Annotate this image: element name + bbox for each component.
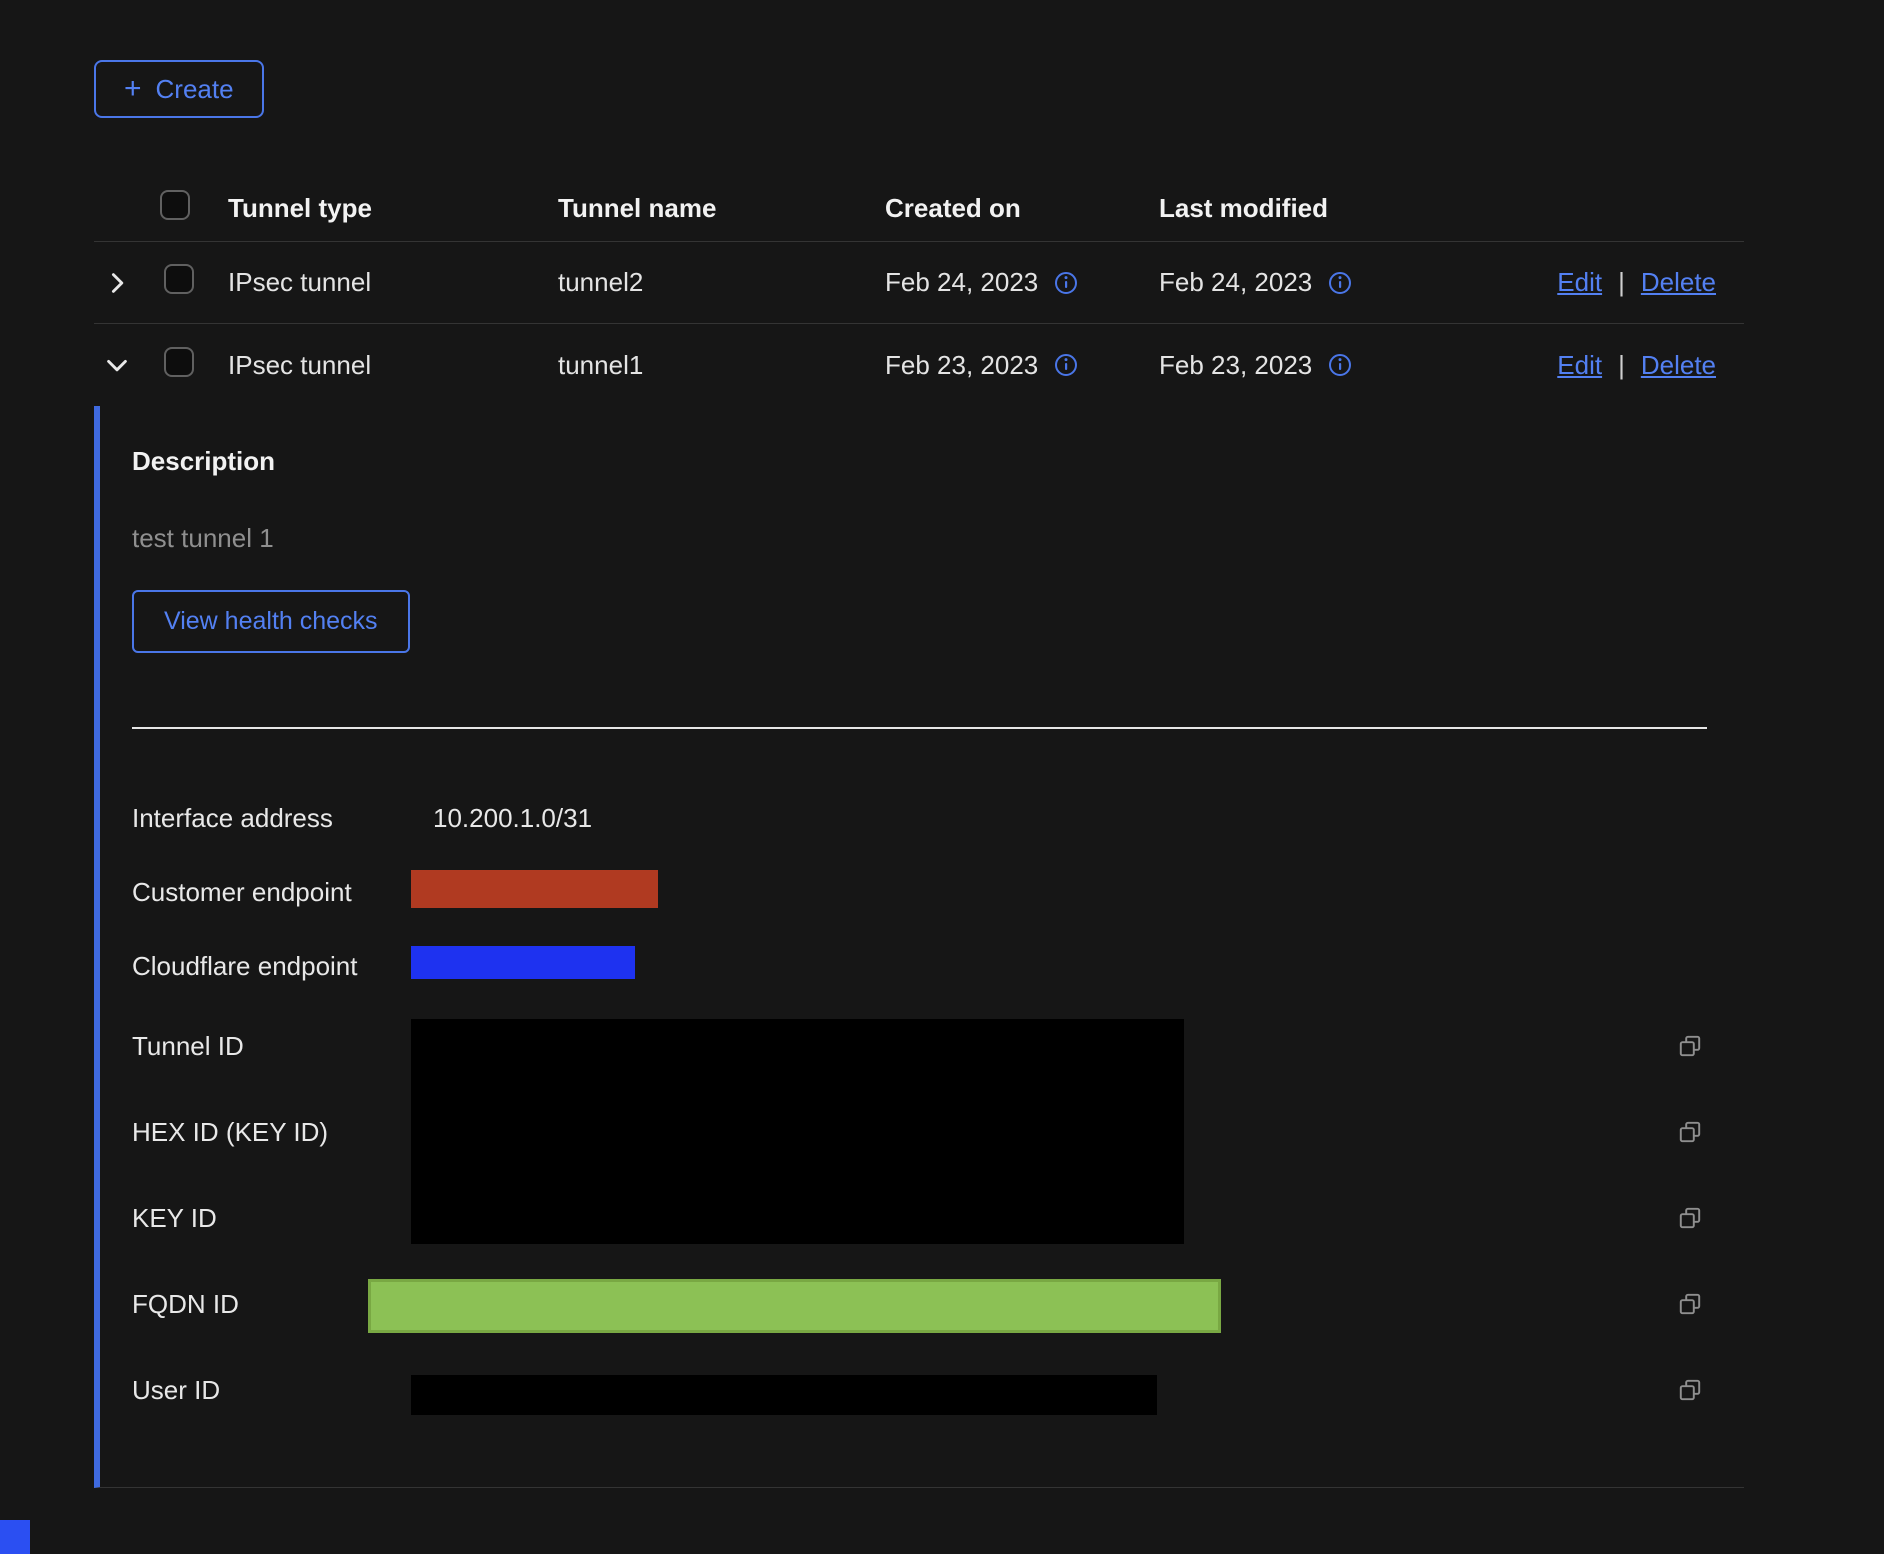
- create-button[interactable]: + Create: [94, 60, 264, 118]
- table-row: IPsec tunnel tunnel1 Feb 23, 2023 Feb 23…: [94, 324, 1744, 406]
- panel-divider: [132, 727, 1707, 729]
- edit-link[interactable]: Edit: [1557, 350, 1602, 381]
- delete-link[interactable]: Delete: [1641, 267, 1716, 298]
- table-row: IPsec tunnel tunnel2 Feb 24, 2023 Feb 24…: [94, 242, 1744, 324]
- copy-fqdn-id-button[interactable]: [1671, 1285, 1709, 1323]
- tunnel-detail-panel: Description test tunnel 1 View health ch…: [94, 406, 1744, 1488]
- collapse-row-button[interactable]: [101, 349, 133, 381]
- last-modified-info-button[interactable]: [1328, 271, 1352, 295]
- col-header-tunnel-name: Tunnel name: [558, 193, 885, 224]
- hex-id-label: HEX ID (KEY ID): [132, 1117, 411, 1148]
- customer-endpoint-label: Customer endpoint: [132, 877, 411, 908]
- fqdn-id-redaction: [368, 1279, 1221, 1333]
- tunnel-fields: Interface address 10.200.1.0/31 Customer…: [132, 781, 1744, 1433]
- cloudflare-endpoint-label: Cloudflare endpoint: [132, 951, 411, 982]
- created-on-info-button[interactable]: [1054, 271, 1078, 295]
- action-separator: |: [1618, 267, 1625, 298]
- chevron-right-icon: [105, 271, 129, 295]
- select-all-checkbox[interactable]: [160, 190, 190, 220]
- tunnel-type-cell: IPsec tunnel: [228, 267, 558, 298]
- tunnel-type-cell: IPsec tunnel: [228, 350, 558, 381]
- last-modified-cell: Feb 23, 2023: [1159, 350, 1312, 381]
- tunnel-name-cell: tunnel1: [558, 350, 885, 381]
- tunnel-name-cell: tunnel2: [558, 267, 885, 298]
- description-value: test tunnel 1: [132, 523, 1744, 554]
- chevron-down-icon: [105, 353, 129, 377]
- copy-icon: [1677, 1291, 1703, 1317]
- info-icon: [1054, 353, 1078, 377]
- col-header-tunnel-type: Tunnel type: [228, 193, 558, 224]
- interface-address-label: Interface address: [132, 803, 411, 834]
- tunnel-ids-redaction: [411, 1019, 1184, 1244]
- table-header-row: Tunnel type Tunnel name Created on Last …: [94, 175, 1744, 242]
- col-header-created-on: Created on: [885, 193, 1159, 224]
- copy-tunnel-id-button[interactable]: [1671, 1027, 1709, 1065]
- delete-link[interactable]: Delete: [1641, 350, 1716, 381]
- info-icon: [1328, 271, 1352, 295]
- description-label: Description: [132, 446, 1744, 477]
- interface-address-value: 10.200.1.0/31: [411, 803, 1671, 834]
- copy-user-id-button[interactable]: [1671, 1371, 1709, 1409]
- info-icon: [1054, 271, 1078, 295]
- user-id-redaction: [411, 1375, 1157, 1415]
- create-button-label: Create: [156, 76, 234, 102]
- key-id-label: KEY ID: [132, 1203, 411, 1234]
- edit-link[interactable]: Edit: [1557, 267, 1602, 298]
- user-id-label: User ID: [132, 1375, 411, 1406]
- created-on-cell: Feb 23, 2023: [885, 350, 1038, 381]
- interface-address-row: Interface address 10.200.1.0/31: [132, 781, 1744, 855]
- col-header-last-modified: Last modified: [1159, 193, 1450, 224]
- created-on-info-button[interactable]: [1054, 353, 1078, 377]
- action-separator: |: [1618, 350, 1625, 381]
- tunnels-page: + Create Tunnel type Tunnel name Created…: [0, 0, 1884, 406]
- view-health-checks-button[interactable]: View health checks: [132, 590, 410, 653]
- cloudflare-endpoint-redaction: [411, 946, 635, 979]
- plus-icon: +: [124, 77, 142, 101]
- row-checkbox[interactable]: [164, 347, 194, 377]
- customer-endpoint-redaction: [411, 870, 658, 908]
- copy-key-id-button[interactable]: [1671, 1199, 1709, 1237]
- created-on-cell: Feb 24, 2023: [885, 267, 1038, 298]
- copy-icon: [1677, 1377, 1703, 1403]
- bottom-left-blue-artifact: [0, 1520, 30, 1554]
- expand-row-button[interactable]: [101, 267, 133, 299]
- copy-icon: [1677, 1033, 1703, 1059]
- customer-endpoint-row: Customer endpoint: [132, 855, 1744, 929]
- tunnels-table: Tunnel type Tunnel name Created on Last …: [94, 175, 1744, 406]
- cloudflare-endpoint-row: Cloudflare endpoint: [132, 929, 1744, 1003]
- tunnel-id-group: Tunnel ID HEX ID (KEY ID) KEY ID: [132, 1003, 1744, 1433]
- tunnel-id-label: Tunnel ID: [132, 1031, 411, 1062]
- copy-icon: [1677, 1205, 1703, 1231]
- last-modified-info-button[interactable]: [1328, 353, 1352, 377]
- row-checkbox[interactable]: [164, 264, 194, 294]
- info-icon: [1328, 353, 1352, 377]
- last-modified-cell: Feb 24, 2023: [1159, 267, 1312, 298]
- copy-icon: [1677, 1119, 1703, 1145]
- copy-hex-id-button[interactable]: [1671, 1113, 1709, 1151]
